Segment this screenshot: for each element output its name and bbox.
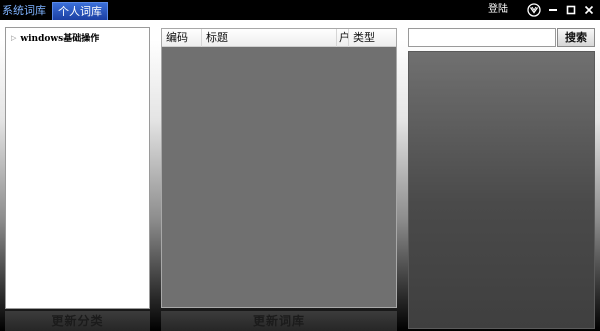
search-input[interactable] (408, 28, 556, 47)
category-tree[interactable]: ▷ windows基础操作 (5, 27, 150, 309)
search-button[interactable]: 搜索 (557, 28, 595, 47)
tab-personal-lexicon[interactable]: 个人词库 (52, 2, 108, 20)
tree-item-label: windows基础操作 (20, 34, 100, 44)
column-header-user[interactable]: 户 (337, 29, 349, 47)
column-header-code[interactable]: 编码 (162, 29, 202, 47)
close-icon[interactable] (581, 2, 597, 18)
lexicon-list[interactable]: 编码 标题 户 类型 (161, 28, 397, 308)
column-header-title[interactable]: 标题 (202, 29, 337, 47)
update-lexicon-button[interactable]: 更新词库 (161, 311, 397, 331)
detail-panel[interactable] (408, 51, 595, 329)
list-header: 编码 标题 户 类型 (162, 29, 396, 47)
list-body[interactable] (162, 48, 396, 307)
title-bar: 系统词库 个人词库 登陆 (0, 0, 600, 20)
app-logo-icon[interactable] (526, 2, 542, 18)
tree-item[interactable]: ▷ windows基础操作 (11, 31, 100, 45)
column-header-type[interactable]: 类型 (349, 29, 396, 47)
login-link[interactable]: 登陆 (488, 2, 508, 18)
maximize-icon[interactable] (563, 2, 579, 18)
minimize-icon[interactable] (545, 2, 561, 18)
update-category-button[interactable]: 更新分类 (5, 311, 150, 331)
tab-system-lexicon[interactable]: 系统词库 (0, 2, 48, 20)
tree-expand-arrow-icon[interactable]: ▷ (11, 33, 16, 43)
